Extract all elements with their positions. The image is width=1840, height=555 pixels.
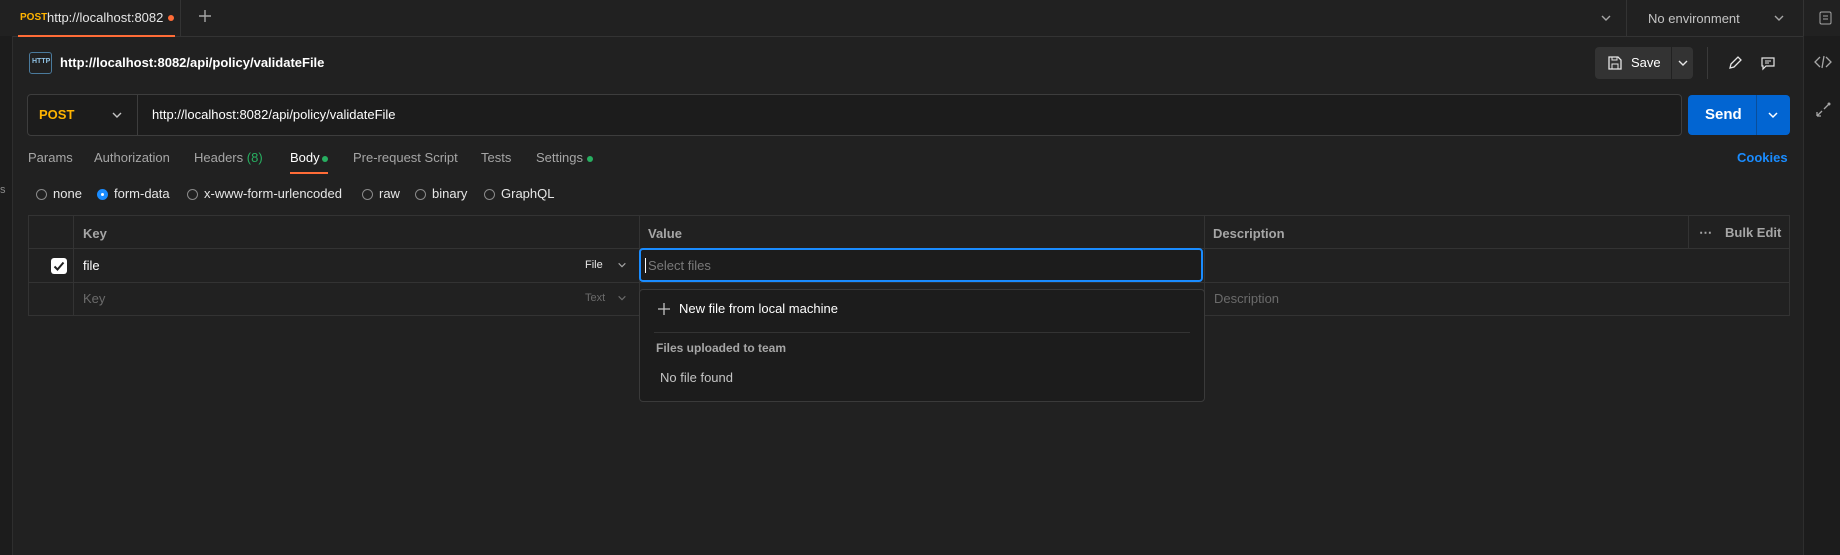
column-header-description: Description — [1213, 226, 1285, 241]
method-label: POST — [39, 107, 75, 122]
new-file-label: New file from local machine — [679, 301, 838, 316]
method-selector[interactable]: POST — [28, 95, 138, 135]
collapsed-sidebar-char: s — [0, 184, 6, 196]
more-options-icon[interactable]: ⋯ — [1699, 225, 1713, 241]
chevron-down-icon — [1677, 57, 1689, 69]
save-options-button[interactable] — [1672, 47, 1693, 79]
divider — [1803, 0, 1804, 36]
column-header-value: Value — [648, 226, 682, 241]
tab-url: http://localhost:8082/u — [47, 10, 163, 25]
request-tab[interactable]: POST http://localhost:8082/u — [0, 0, 181, 37]
unsaved-dot — [168, 15, 174, 21]
row-key[interactable]: file — [83, 258, 100, 273]
row-type-label: File — [585, 259, 603, 271]
tab-tests[interactable]: Tests — [481, 150, 511, 165]
cookies-link[interactable]: Cookies — [1737, 150, 1788, 165]
new-file-from-local-option[interactable]: New file from local machine — [648, 296, 1194, 322]
send-label: Send — [1705, 106, 1742, 123]
new-tab-plus-icon[interactable] — [197, 8, 213, 24]
radio-form-data-label[interactable]: form-data — [114, 186, 170, 201]
request-title[interactable]: http://localhost:8082/api/policy/validat… — [60, 55, 324, 70]
comments-icon[interactable] — [1760, 55, 1776, 71]
active-subtab-indicator — [290, 172, 328, 174]
files-uploaded-section-title: Files uploaded to team — [656, 341, 787, 355]
body-modified-dot — [322, 156, 328, 162]
row-type-selector[interactable]: File — [585, 249, 637, 282]
environment-quick-look-icon[interactable] — [1818, 10, 1834, 26]
tab-params[interactable]: Params — [28, 150, 73, 165]
empty-row-type-selector[interactable]: Text — [585, 283, 637, 315]
divider — [654, 332, 1190, 333]
code-icon[interactable] — [1814, 54, 1832, 70]
chevron-down-icon — [617, 293, 627, 303]
environment-selector[interactable]: No environment — [1626, 0, 1796, 36]
empty-row-type-label: Text — [585, 292, 606, 304]
save-button[interactable]: Save — [1595, 47, 1671, 79]
tabs-chevron-down-icon[interactable] — [1600, 12, 1612, 24]
tab-method: POST — [20, 12, 48, 23]
left-sidebar-edge: s — [0, 36, 13, 555]
radio-raw[interactable] — [362, 189, 373, 200]
radio-raw-label[interactable]: raw — [379, 186, 400, 201]
tab-settings[interactable]: Settings — [536, 150, 583, 165]
method-chevron-down-icon — [111, 109, 123, 121]
row-enabled-checkbox[interactable] — [51, 258, 67, 274]
headers-count: (8) — [246, 150, 263, 165]
key-placeholder[interactable]: Key — [83, 291, 105, 306]
send-button-group: Send — [1688, 95, 1790, 135]
tab-pre-request-script[interactable]: Pre-request Script — [353, 150, 458, 165]
radio-binary[interactable] — [415, 189, 426, 200]
send-options-button[interactable] — [1757, 95, 1790, 135]
request-url-bar: POST http://localhost:8082/api/policy/va… — [27, 94, 1682, 136]
active-tab-indicator — [18, 35, 175, 37]
radio-x-www-form-urlencoded[interactable] — [187, 189, 198, 200]
radio-none-label[interactable]: none — [53, 186, 82, 201]
chevron-down-icon — [617, 260, 627, 270]
column-header-key: Key — [83, 226, 107, 241]
text-cursor — [645, 258, 646, 273]
divider — [1707, 47, 1708, 79]
radio-form-data[interactable] — [97, 189, 108, 200]
radio-binary-label[interactable]: binary — [432, 186, 467, 201]
tab-headers-label: Headers — [194, 150, 244, 165]
divider — [137, 95, 138, 135]
file-picker-dropdown: New file from local machine Files upload… — [639, 289, 1205, 402]
value-file-input[interactable]: Select files — [639, 248, 1203, 282]
http-request-icon: HTTP — [29, 52, 52, 74]
radio-none[interactable] — [36, 189, 47, 200]
description-placeholder[interactable]: Description — [1214, 291, 1279, 306]
environment-chevron-down-icon — [1773, 12, 1785, 24]
save-icon — [1607, 55, 1623, 71]
tab-strip: POST http://localhost:8082/u No environm… — [0, 0, 1840, 37]
related-collections-icon[interactable] — [1814, 101, 1832, 119]
tab-authorization[interactable]: Authorization — [94, 150, 170, 165]
settings-modified-dot — [587, 156, 593, 162]
environment-label: No environment — [1648, 11, 1740, 26]
value-placeholder: Select files — [648, 258, 711, 273]
radio-graphql[interactable] — [484, 189, 495, 200]
save-label: Save — [1631, 55, 1661, 70]
save-button-group: Save — [1595, 47, 1693, 79]
bulk-edit-button[interactable]: Bulk Edit — [1725, 225, 1781, 240]
tab-headers[interactable]: Headers (8) — [194, 150, 263, 165]
tab-body[interactable]: Body — [290, 150, 320, 165]
tab-body-label: Body — [290, 150, 320, 165]
no-file-found-text: No file found — [660, 370, 733, 385]
edit-pencil-icon[interactable] — [1727, 55, 1743, 71]
radio-x-www-form-urlencoded-label[interactable]: x-www-form-urlencoded — [204, 186, 342, 201]
send-button[interactable]: Send — [1688, 95, 1756, 135]
right-sidebar — [1803, 36, 1840, 555]
url-input[interactable]: http://localhost:8082/api/policy/validat… — [152, 107, 396, 122]
plus-icon — [657, 302, 671, 316]
chevron-down-icon — [1767, 109, 1779, 121]
radio-graphql-label[interactable]: GraphQL — [501, 186, 554, 201]
divider — [1688, 216, 1689, 248]
